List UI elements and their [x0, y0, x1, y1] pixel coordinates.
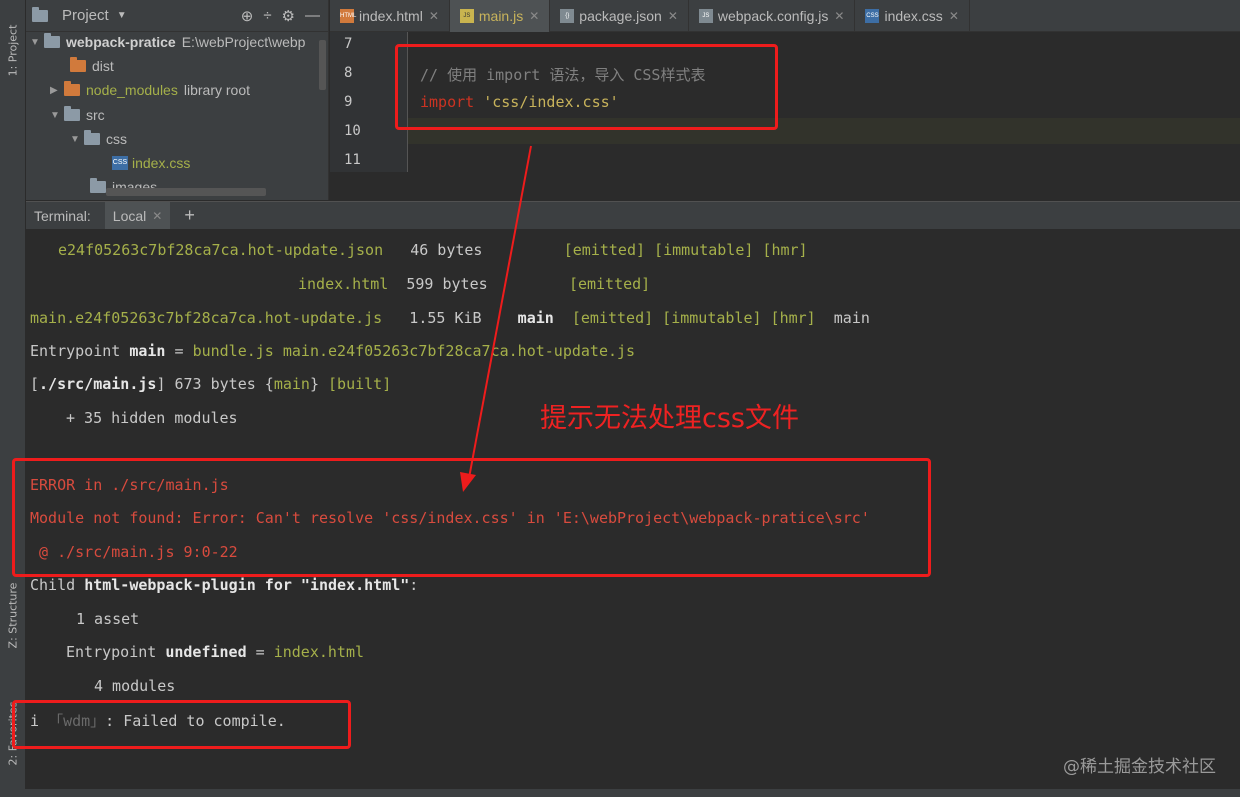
arrow-line — [468, 145, 532, 479]
annotation-note: 提示无法处理css文件 — [540, 403, 799, 434]
status-bar — [0, 789, 1240, 797]
arrow-head — [460, 472, 476, 492]
watermark: @稀土掘金技术社区 — [1063, 757, 1216, 777]
